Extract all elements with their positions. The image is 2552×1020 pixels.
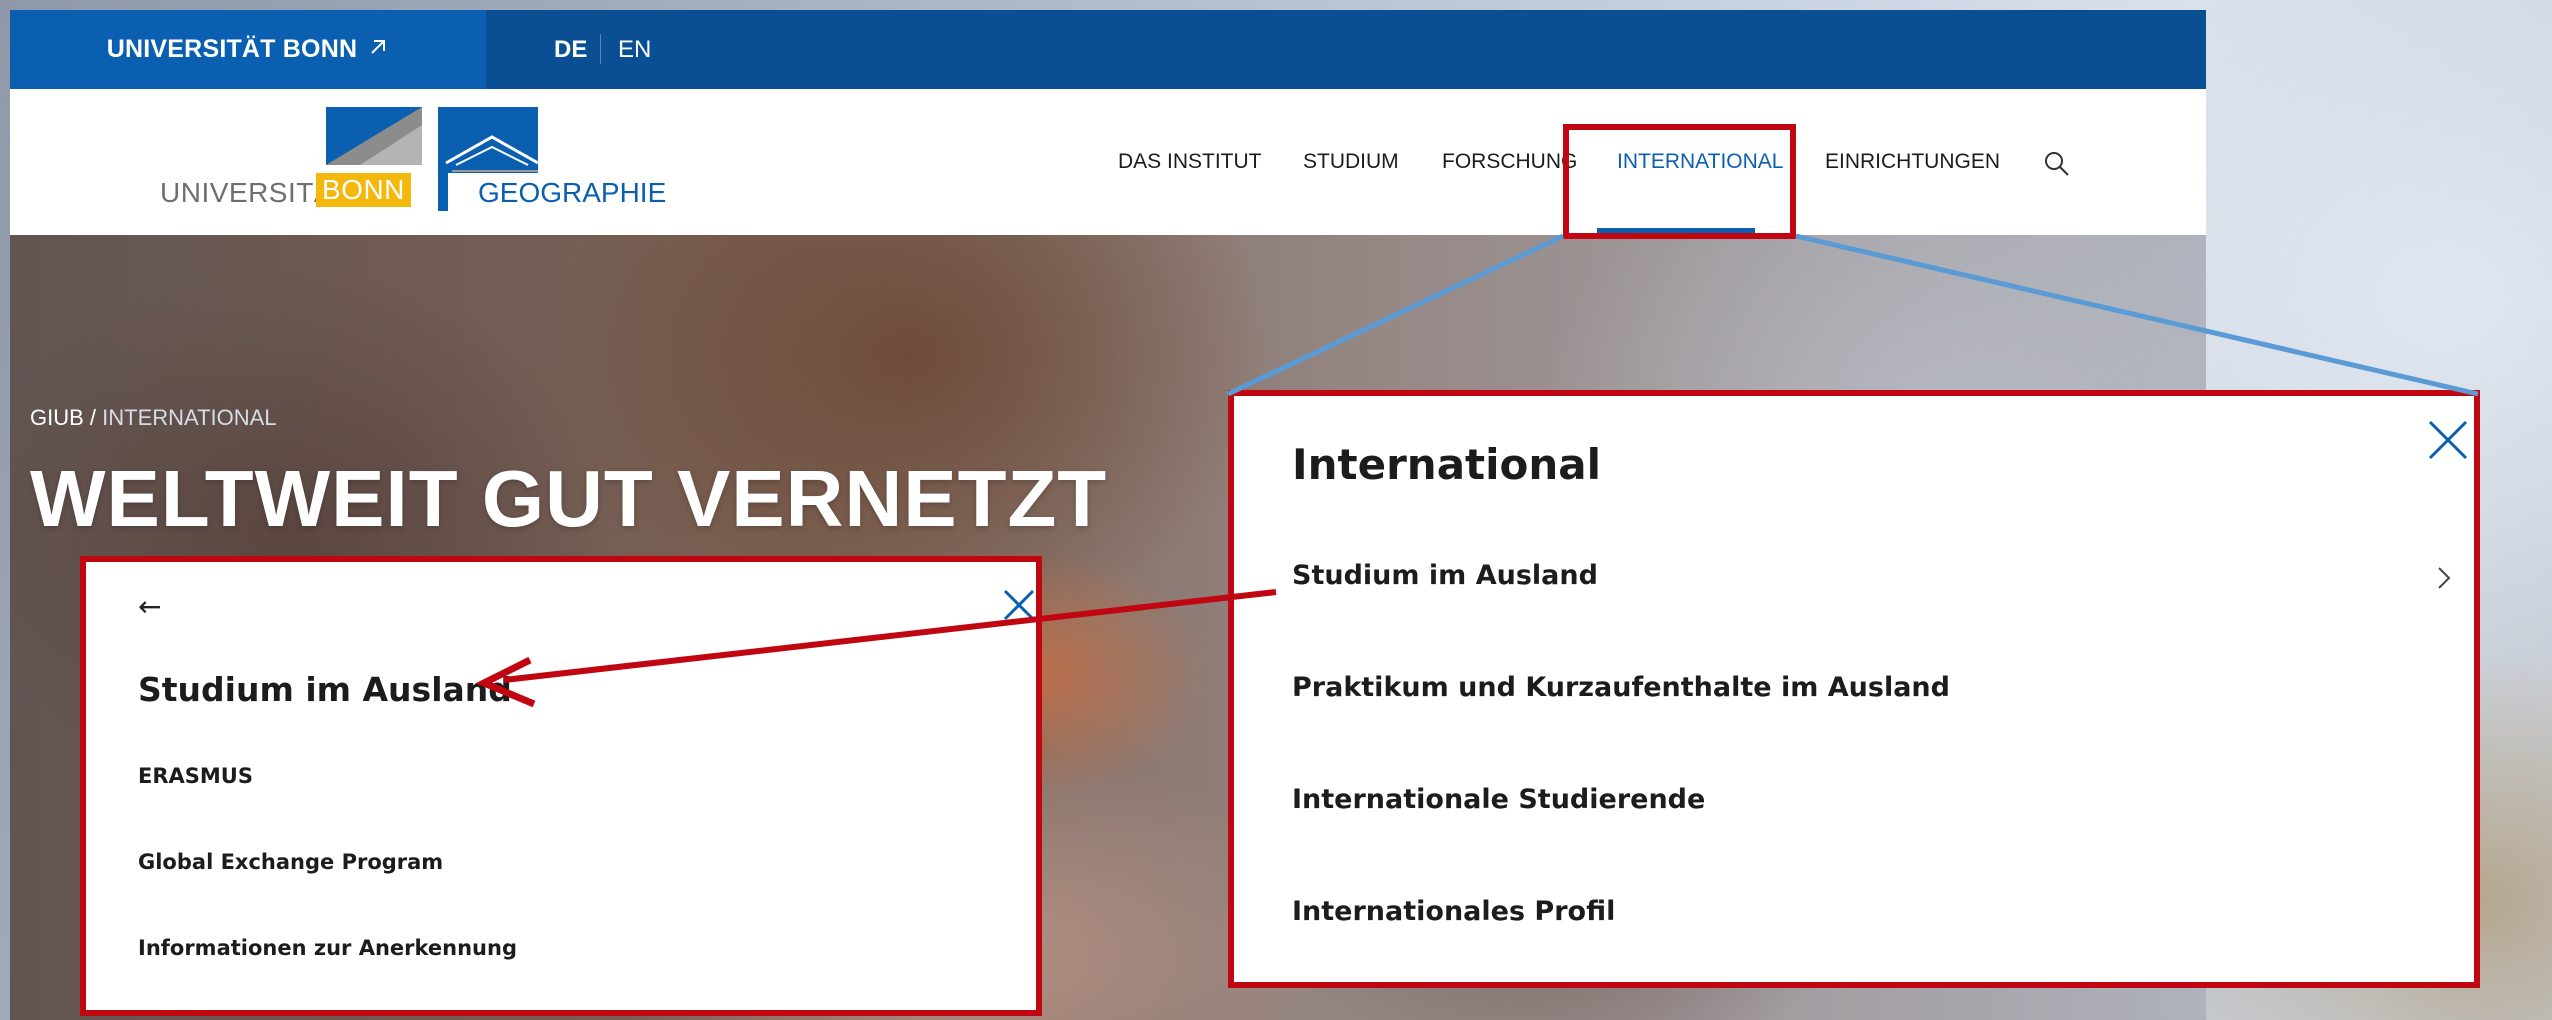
nav-forschung[interactable]: FORSCHUNG bbox=[1442, 89, 1577, 235]
institute-logo[interactable]: UNIVERSITÄT BONN GEOGRAPHIE bbox=[160, 107, 666, 217]
logo-bonn-text: BONN bbox=[316, 173, 411, 207]
menu-item-studium-im-ausland[interactable]: Studium im Ausland bbox=[1292, 560, 1598, 591]
menu-item-praktikum[interactable]: Praktikum und Kurzaufenthalte im Ausland bbox=[1292, 672, 1950, 703]
breadcrumb-current: INTERNATIONAL bbox=[102, 405, 277, 430]
nav-einrichtungen[interactable]: EINRICHTUNGEN bbox=[1825, 89, 2000, 235]
breadcrumb-root[interactable]: GIUB / bbox=[30, 405, 96, 430]
language-de[interactable]: DE bbox=[554, 10, 587, 89]
menu-item-internationale-studierende[interactable]: Internationale Studierende bbox=[1292, 784, 1705, 815]
search-icon[interactable] bbox=[2042, 149, 2072, 179]
university-bonn-link[interactable]: UNIVERSITÄT BONN bbox=[10, 10, 486, 89]
submenu-item-global-exchange[interactable]: Global Exchange Program bbox=[138, 850, 443, 874]
nav-studium[interactable]: STUDIUM bbox=[1303, 89, 1399, 235]
page-title: WELTWEIT GUT VERNETZT bbox=[30, 454, 1108, 543]
university-logo-mark bbox=[326, 107, 422, 165]
submenu-item-erasmus[interactable]: ERASMUS bbox=[138, 764, 253, 788]
menu-item-internationales-profil[interactable]: Internationales Profil bbox=[1292, 896, 1615, 927]
close-icon[interactable] bbox=[1002, 588, 1036, 622]
international-highlight-box bbox=[1563, 124, 1796, 239]
close-icon[interactable] bbox=[2426, 418, 2470, 462]
external-arrow-icon bbox=[367, 34, 389, 65]
language-en[interactable]: EN bbox=[618, 10, 651, 89]
chevron-right-icon[interactable] bbox=[2434, 564, 2454, 592]
back-arrow-icon[interactable]: ← bbox=[138, 590, 161, 623]
site-header: UNIVERSITÄT BONN GEOGRAPHIE DAS INSTITUT… bbox=[10, 89, 2206, 235]
international-menu-panel: International Studium im Ausland Praktik… bbox=[1228, 390, 2480, 988]
international-menu-title: International bbox=[1292, 440, 1602, 489]
nav-das-institut[interactable]: DAS INSTITUT bbox=[1118, 89, 1262, 235]
submenu-title: Studium im Ausland bbox=[138, 670, 512, 709]
top-bar: UNIVERSITÄT BONN DE EN bbox=[10, 10, 2206, 89]
submenu-item-anerkennung[interactable]: Informationen zur Anerkennung bbox=[138, 936, 517, 960]
language-divider bbox=[600, 34, 601, 64]
logo-geography-text: GEOGRAPHIE bbox=[478, 177, 667, 208]
submenu-panel: ← Studium im Ausland ERASMUS Global Exch… bbox=[80, 556, 1042, 1016]
breadcrumb: GIUB / INTERNATIONAL bbox=[30, 405, 277, 431]
university-link-label: UNIVERSITÄT BONN bbox=[106, 35, 358, 63]
